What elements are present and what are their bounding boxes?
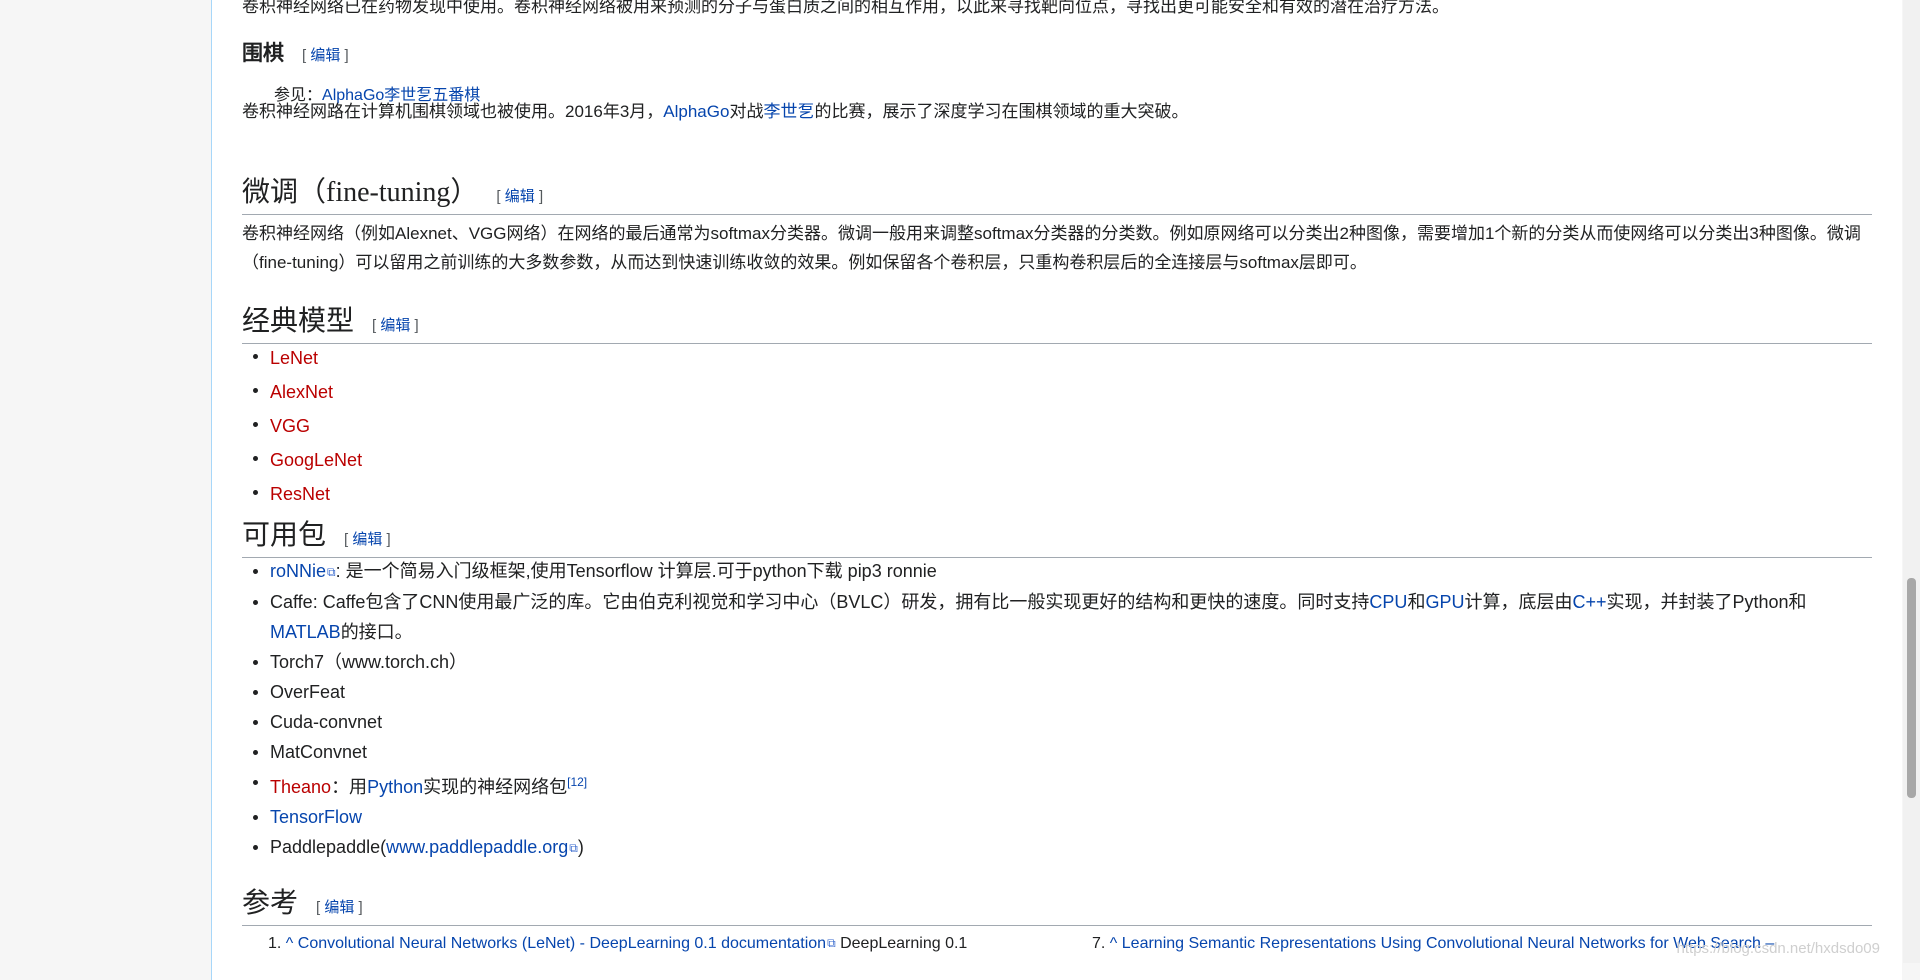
- lenet-link[interactable]: LeNet: [270, 348, 318, 368]
- external-link-icon: ⧉: [569, 841, 578, 855]
- alphago-link[interactable]: AlphaGo: [663, 102, 729, 121]
- gpu-link[interactable]: GPU: [1425, 592, 1464, 612]
- tensorflow-link[interactable]: TensorFlow: [270, 807, 362, 827]
- lee-sedol-link[interactable]: 李世乭: [763, 102, 814, 121]
- vgg-link[interactable]: VGG: [270, 416, 310, 436]
- list-item: VGG: [252, 409, 362, 443]
- item-text: Caffe: Caffe包含了CNN使用最广泛的库。它由伯克利视觉和学习中心（B…: [270, 592, 1370, 612]
- edit-section: [ 编辑 ]: [496, 188, 544, 205]
- list-item: Cuda-convnet: [253, 707, 1812, 737]
- theano-link[interactable]: Theano: [270, 777, 331, 797]
- item-text: ): [577, 837, 584, 857]
- item-text: : 是一个简易入门级框架,使用Tensorflow 计算层.可于python下载…: [335, 561, 937, 581]
- list-item: Caffe: Caffe包含了CNN使用最广泛的库。它由伯克利视觉和学习中心（B…: [253, 587, 1812, 647]
- ref-link-lenet[interactable]: Convolutional Neural Networks (LeNet) - …: [298, 935, 826, 952]
- section-heading-refs: 参考 [ 编辑 ]: [242, 881, 1872, 926]
- edit-section: [ 编辑 ]: [302, 47, 349, 64]
- models-list: LeNet AlexNet VGG GoogLeNet ResNet: [242, 341, 362, 511]
- heading-text: 参考: [242, 888, 299, 919]
- list-item: ResNet: [252, 477, 362, 511]
- packages-list: roNNie⧉: 是一个简易入门级框架,使用Tensorflow 计算层.可于p…: [242, 556, 1812, 863]
- item-text: 和: [1407, 592, 1426, 612]
- cpp-link[interactable]: C++: [1572, 592, 1606, 612]
- edit-section: [ 编辑 ]: [316, 899, 363, 916]
- heading-text: 经典模型: [242, 306, 355, 337]
- list-item: TensorFlow: [253, 802, 1812, 832]
- ronnie-link[interactable]: roNNie: [270, 561, 326, 581]
- edit-section: [ 编辑 ]: [344, 531, 391, 548]
- ref-number: 7.: [1092, 935, 1106, 952]
- scrollbar-thumb[interactable]: [1907, 578, 1916, 798]
- external-link-icon: ⧉: [827, 936, 836, 950]
- item-text: MatConvnet: [270, 742, 368, 762]
- edit-link-models[interactable]: 编辑: [380, 317, 410, 334]
- vertical-scrollbar[interactable]: [1903, 0, 1920, 963]
- item-text: OverFeat: [270, 682, 346, 702]
- item-text: 实现，并封装了Python和: [1606, 592, 1807, 612]
- list-item: Paddlepaddle(www.paddlepaddle.org⧉): [253, 832, 1812, 863]
- list-item: roNNie⧉: 是一个简易入门级框架,使用Tensorflow 计算层.可于p…: [253, 556, 1812, 587]
- item-text: Torch7（www.torch.ch）: [270, 652, 468, 672]
- alexnet-link[interactable]: AlexNet: [270, 382, 333, 402]
- finetune-paragraph: 卷积神经网络（例如Alexnet、VGG网络）在网络的最后通常为softmax分…: [242, 224, 1861, 272]
- edit-link-go[interactable]: 编辑: [310, 47, 340, 64]
- edit-link-finetune[interactable]: 编辑: [505, 188, 535, 205]
- googlenet-link[interactable]: GoogLeNet: [270, 450, 362, 470]
- para-text: 卷积神经网路在计算机围棋领域也被使用。2016年3月，: [242, 102, 664, 121]
- article-content: 卷积神经网络已在药物发现中使用。卷积神经网络被用来预测的分子与蛋白质之间的相互作…: [211, 0, 1902, 980]
- heading-text: 可用包: [242, 520, 327, 551]
- external-link-icon: ⧉: [327, 565, 336, 579]
- reference-item: 1. ^ Convolutional Neural Networks (LeNe…: [242, 935, 967, 952]
- list-item: Torch7（www.torch.ch）: [253, 647, 1812, 677]
- list-item: Theano：用Python实现的神经网络包[12]: [253, 767, 1812, 802]
- item-text: 实现的神经网络包: [423, 777, 568, 797]
- list-item: LeNet: [252, 341, 362, 375]
- section-heading-packages: 可用包 [ 编辑 ]: [242, 513, 1872, 558]
- list-item: MatConvnet: [253, 737, 1812, 767]
- heading-text: 围棋: [242, 42, 284, 65]
- para-text: 的比赛，展示了深度学习在围棋领域的重大突破。: [814, 102, 1189, 121]
- section-heading-models: 经典模型 [ 编辑 ]: [242, 299, 1872, 344]
- item-text: Cuda-convnet: [270, 712, 383, 732]
- item-text: ：用: [331, 777, 368, 797]
- watermark: https://blog.csdn.net/hxdsdo09: [1676, 940, 1880, 957]
- reference-item: 7. ^ Learning Semantic Representations U…: [1092, 935, 1774, 953]
- edit-section: [ 编辑 ]: [372, 317, 419, 334]
- list-item: OverFeat: [253, 677, 1812, 707]
- clipped-paragraph: 卷积神经网络已在药物发现中使用。卷积神经网络被用来预测的分子与蛋白质之间的相互作…: [242, 0, 1449, 16]
- heading-text: 微调（fine-tuning）: [242, 177, 479, 208]
- python-link[interactable]: Python: [367, 777, 423, 797]
- paddlepaddle-link[interactable]: www.paddlepaddle.org: [386, 837, 568, 857]
- go-paragraph: 卷积神经网路在计算机围棋领域也被使用。2016年3月，AlphaGo对战李世乭的…: [242, 97, 1872, 126]
- matlab-link[interactable]: MATLAB: [270, 622, 341, 642]
- para-text: 对战: [729, 102, 764, 121]
- ref-backlink[interactable]: ^: [1110, 935, 1118, 952]
- list-item: GoogLeNet: [252, 443, 362, 477]
- references-list: 1. ^ Convolutional Neural Networks (LeNe…: [242, 935, 1872, 953]
- resnet-link[interactable]: ResNet: [270, 484, 330, 504]
- ref-text: DeepLearning 0.1: [840, 935, 968, 952]
- edit-link-packages[interactable]: 编辑: [352, 531, 382, 548]
- ref-number: 1.: [268, 935, 282, 952]
- ref-backlink[interactable]: ^: [286, 935, 294, 952]
- section-heading-go: 围棋 [ 编辑 ]: [242, 37, 349, 67]
- item-text: 的接口。: [340, 622, 413, 642]
- citation-link[interactable]: [12]: [567, 775, 587, 789]
- cpu-link[interactable]: CPU: [1369, 592, 1407, 612]
- edit-link-refs[interactable]: 编辑: [324, 899, 354, 916]
- section-heading-finetune: 微调（fine-tuning） [ 编辑 ]: [242, 170, 1872, 215]
- item-text: Paddlepaddle(: [270, 837, 387, 857]
- item-text: 计算，底层由: [1464, 592, 1573, 612]
- list-item: AlexNet: [252, 375, 362, 409]
